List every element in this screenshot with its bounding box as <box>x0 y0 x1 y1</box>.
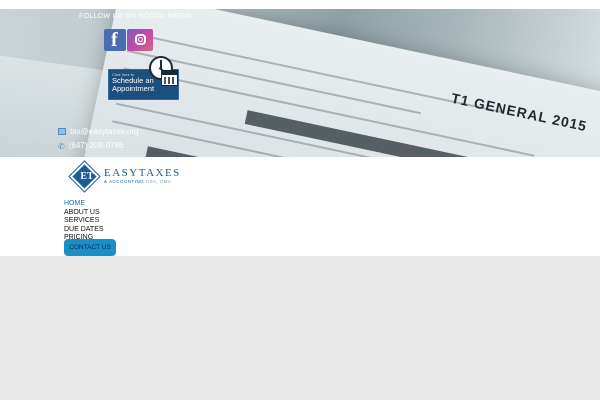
mail-icon <box>58 128 66 135</box>
instagram-icon[interactable] <box>127 29 153 51</box>
phone-contact[interactable]: ✆ (647) 208-0786 <box>58 141 123 151</box>
follow-heading: FOLLOW US ON SOCIAL MEDIA <box>79 13 192 20</box>
facebook-icon[interactable]: f <box>104 29 126 51</box>
phone-icon: ✆ <box>58 142 65 151</box>
nav-item-home[interactable]: HOME <box>64 200 104 209</box>
email-contact[interactable]: tax@easytaxes.org <box>58 127 139 136</box>
phone-text[interactable]: (647) 208-0786 <box>69 141 124 150</box>
nav-item-services[interactable]: SERVICES <box>64 217 104 226</box>
top-strip <box>0 0 600 9</box>
logo-name: EASYTAXES <box>104 167 181 179</box>
site-logo[interactable]: ET EASYTAXES & ACCOUNTING CPA, CMA <box>68 160 191 193</box>
logo-initials: ET <box>80 171 94 182</box>
nav-item-due-dates[interactable]: DUE DATES <box>64 226 104 235</box>
calendar-icon <box>161 70 178 86</box>
email-text[interactable]: tax@easytaxes.org <box>70 127 139 136</box>
contact-us-button[interactable]: CONTACT US <box>64 239 116 256</box>
logo-subtitle: & ACCOUNTING CPA, CMA <box>104 179 172 184</box>
nav-item-about-us[interactable]: ABOUT US <box>64 209 104 218</box>
schedule-line2: Appointment <box>112 84 155 93</box>
main-nav: HOME ABOUT US SERVICES DUE DATES PRICING <box>64 200 104 243</box>
